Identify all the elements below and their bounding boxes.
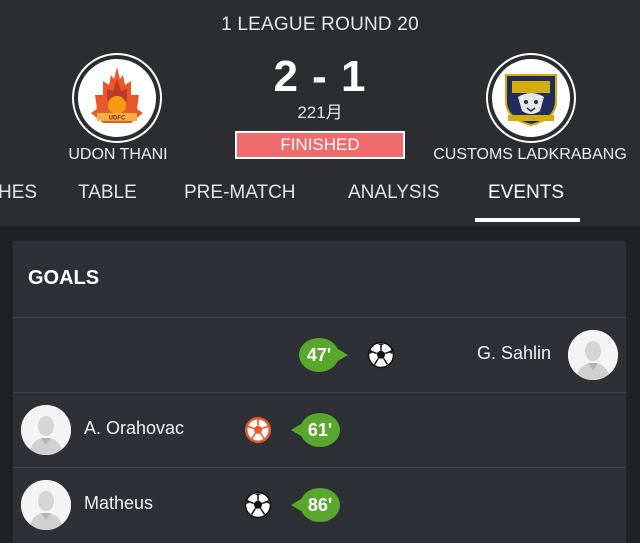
player-silhouette-icon — [21, 405, 71, 455]
match-status-badge: FINISHED — [235, 131, 405, 159]
customs-ladkrabang-crest-icon — [505, 74, 557, 127]
goal-minute-badge: 47' — [299, 338, 348, 372]
tab-analysis[interactable]: ANALYSIS — [348, 182, 440, 204]
match-score: 2 - 1 — [273, 52, 367, 101]
tab-pre-match[interactable]: PRE-MATCH — [184, 182, 296, 204]
svg-text:UDFC: UDFC — [109, 116, 126, 122]
player-silhouette-icon — [21, 480, 71, 530]
udon-thani-crest-icon: UDFC — [91, 67, 143, 123]
goal-minute-badge: 61' — [291, 413, 340, 447]
player-silhouette-icon — [568, 330, 618, 380]
goal-minute-badge: 86' — [291, 488, 340, 522]
player-avatar[interactable] — [568, 330, 618, 380]
goal-scorer-name: A. Orahovac — [84, 418, 185, 438]
goals-section-title: GOALS — [28, 267, 100, 289]
soccer-ball-icon — [244, 491, 272, 519]
tab-events[interactable]: EVENTS — [488, 182, 564, 204]
match-header: 1 LEAGUE ROUND 20 UDFC UDON THANI 2 - 1 … — [0, 0, 640, 226]
match-date: 221月 — [297, 103, 343, 122]
goal-event-row[interactable]: Matheus 86' — [13, 468, 626, 542]
goal-event-row[interactable]: A. Orahovac 61' — [13, 393, 626, 467]
goal-scorer-name: Matheus — [84, 493, 154, 513]
player-avatar[interactable] — [21, 480, 71, 530]
tab-matches[interactable]: HES — [0, 182, 37, 204]
tab-table[interactable]: TABLE — [78, 182, 137, 204]
soccer-ball-icon — [367, 341, 395, 369]
goal-event-row[interactable]: 47' G. Sahlin — [13, 318, 626, 392]
own-goal-ball-icon — [245, 417, 271, 443]
home-team-name[interactable]: UDON THANI — [38, 146, 198, 164]
away-team-name[interactable]: CUSTOMS LADKRABANG — [430, 146, 630, 164]
away-team-logo[interactable] — [488, 55, 574, 141]
active-tab-indicator — [475, 218, 580, 222]
match-tabs: HES TABLE PRE-MATCH ANALYSIS EVENTS — [0, 168, 640, 224]
home-team-logo[interactable]: UDFC — [74, 55, 160, 141]
goal-scorer-name: G. Sahlin — [477, 343, 552, 363]
player-avatar[interactable] — [21, 405, 71, 455]
competition-round: 1 LEAGUE ROUND 20 — [221, 14, 419, 35]
goals-card: GOALS 47' G. Sahlin A. Orahovac 61' Math… — [13, 241, 626, 543]
